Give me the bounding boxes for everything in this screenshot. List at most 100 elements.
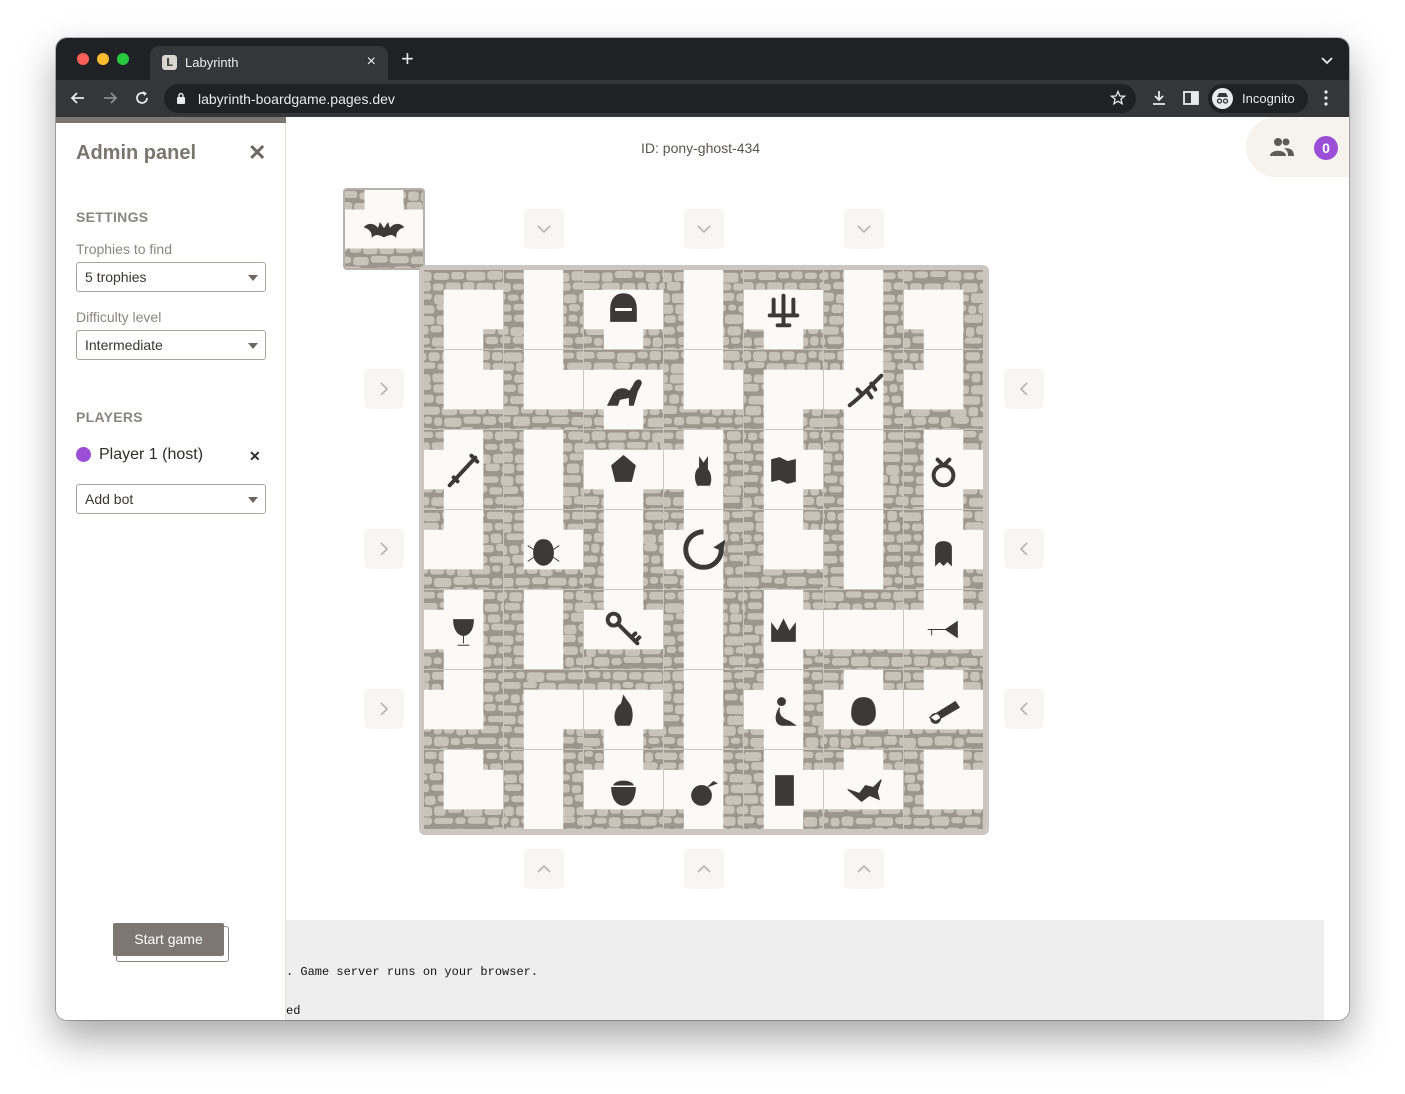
players-toggle[interactable]: 0 xyxy=(1246,117,1349,177)
browser-menu-icon[interactable] xyxy=(1324,90,1328,111)
board-tile xyxy=(664,510,743,589)
player-count-badge: 0 xyxy=(1314,136,1338,160)
map-icon xyxy=(771,457,796,484)
board-tile xyxy=(664,590,743,669)
new-tab-button[interactable]: + xyxy=(401,48,414,70)
ghost-icon xyxy=(935,541,952,567)
insert-arrow-top-5[interactable] xyxy=(844,209,884,249)
difficulty-select[interactable]: Intermediate xyxy=(76,330,266,360)
board-tile xyxy=(904,270,983,349)
player-color-dot xyxy=(76,447,91,462)
board-tile xyxy=(904,430,983,509)
chevron-up-icon xyxy=(537,864,551,873)
page-content: Admin panel ✕ SETTINGS Trophies to find … xyxy=(56,117,1349,1020)
board-tile xyxy=(504,670,583,749)
board-tile xyxy=(504,430,583,509)
game-id: ID: pony-ghost-434 xyxy=(641,140,760,156)
lock-icon xyxy=(176,92,186,110)
board-tile xyxy=(664,350,743,429)
board-tile xyxy=(744,510,823,589)
board-tile xyxy=(744,590,823,669)
board-tile xyxy=(584,350,663,429)
board-tile xyxy=(824,670,903,749)
address-bar[interactable]: labyrinth-boardgame.pages.dev xyxy=(164,84,1136,113)
board-tile xyxy=(584,430,663,509)
insert-arrow-bottom-1[interactable] xyxy=(524,849,564,889)
board-tile xyxy=(424,510,503,589)
browser-tab[interactable]: L Labyrinth × xyxy=(150,46,388,80)
insert-arrow-left-5[interactable] xyxy=(364,689,404,729)
browser-window: L Labyrinth × + labyrinth-boardgame.page… xyxy=(56,38,1349,1020)
board-tile xyxy=(584,590,663,669)
people-icon xyxy=(1270,137,1294,162)
insert-arrow-top-3[interactable] xyxy=(684,209,724,249)
board-tile xyxy=(424,270,503,349)
incognito-icon xyxy=(1212,88,1233,109)
tab-close-icon[interactable]: × xyxy=(367,53,376,71)
board-tile xyxy=(584,750,663,829)
forward-arrow-icon[interactable] xyxy=(100,88,122,110)
board-tile xyxy=(744,430,823,509)
board-tile xyxy=(744,750,823,829)
insert-arrow-right-5[interactable] xyxy=(1004,689,1044,729)
chevron-right-icon xyxy=(380,382,389,396)
board-tile xyxy=(904,350,983,429)
start-game-button[interactable]: Start game xyxy=(113,923,224,956)
download-icon[interactable] xyxy=(1150,89,1168,112)
chevron-up-icon xyxy=(697,864,711,873)
close-panel-icon[interactable]: ✕ xyxy=(248,140,266,166)
insert-arrow-left-3[interactable] xyxy=(364,529,404,569)
close-window-button[interactable] xyxy=(77,53,89,65)
caret-down-icon xyxy=(248,275,258,281)
admin-panel-top-border xyxy=(56,117,286,123)
insert-arrow-right-1[interactable] xyxy=(1004,369,1044,409)
board-tile xyxy=(744,670,823,749)
chevron-right-icon xyxy=(380,542,389,556)
insert-arrow-left-1[interactable] xyxy=(364,369,404,409)
chevron-down-icon xyxy=(537,225,551,234)
board-tile xyxy=(424,430,503,509)
minimize-window-button[interactable] xyxy=(97,53,109,65)
caret-down-icon xyxy=(248,343,258,349)
game-id-value: pony-ghost-434 xyxy=(662,140,761,156)
board-tile xyxy=(504,750,583,829)
back-arrow-icon[interactable] xyxy=(68,88,90,110)
insert-arrow-top-1[interactable] xyxy=(524,209,564,249)
caret-down-icon xyxy=(248,497,258,503)
insert-arrow-bottom-5[interactable] xyxy=(844,849,884,889)
log-line: . Game server runs on your browser. xyxy=(286,965,539,979)
insert-arrow-bottom-3[interactable] xyxy=(684,849,724,889)
board-tile xyxy=(584,670,663,749)
insert-arrow-right-3[interactable] xyxy=(1004,529,1044,569)
board-tile xyxy=(824,590,903,669)
maximize-window-button[interactable] xyxy=(117,53,129,65)
chevron-up-icon xyxy=(857,864,871,873)
side-panel-icon[interactable] xyxy=(1182,89,1200,112)
reload-icon[interactable] xyxy=(132,88,154,110)
add-bot-select[interactable]: Add bot xyxy=(76,484,266,514)
chevron-down-icon xyxy=(697,225,711,234)
board-tile xyxy=(504,350,583,429)
incognito-profile-button[interactable]: Incognito xyxy=(1208,84,1308,113)
player-name: Player 1 (host) xyxy=(99,446,204,463)
remove-player-icon[interactable]: ✕ xyxy=(249,448,261,465)
game-id-label: ID: xyxy=(641,140,659,156)
board-tile xyxy=(664,270,743,349)
board-tile xyxy=(744,350,823,429)
bookmark-star-icon[interactable] xyxy=(1109,89,1127,111)
board-tile xyxy=(584,270,663,349)
spare-tile[interactable] xyxy=(343,188,425,270)
helmet-icon xyxy=(610,293,637,322)
trophies-select[interactable]: 5 trophies xyxy=(76,262,266,292)
board-tile xyxy=(904,510,983,589)
board-tile xyxy=(424,670,503,749)
admin-panel: Admin panel ✕ SETTINGS Trophies to find … xyxy=(56,117,286,1020)
tab-search-chevron-icon[interactable] xyxy=(1321,52,1333,70)
board-tile xyxy=(824,750,903,829)
difficulty-select-value: Intermediate xyxy=(85,337,163,353)
board-tile xyxy=(824,510,903,589)
trophies-label: Trophies to find xyxy=(76,241,172,257)
difficulty-label: Difficulty level xyxy=(76,309,162,325)
chevron-left-icon xyxy=(1019,702,1028,716)
url-text: labyrinth-boardgame.pages.dev xyxy=(198,91,395,107)
